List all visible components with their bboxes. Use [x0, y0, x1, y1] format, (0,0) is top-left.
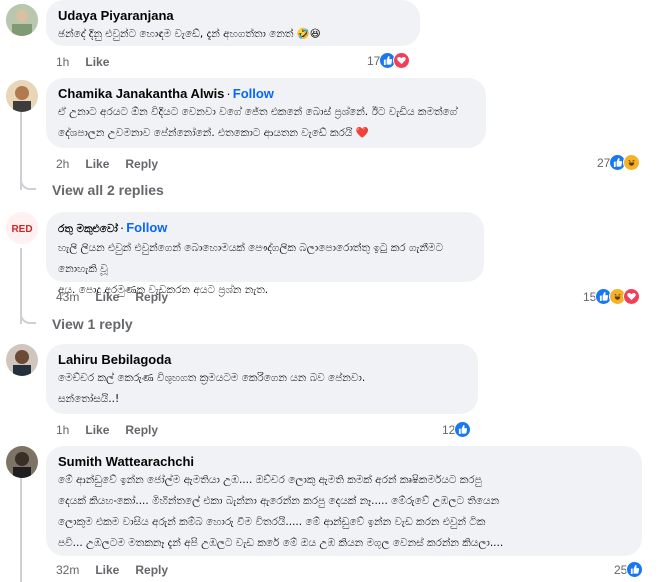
love-icon	[623, 288, 641, 305]
like-icon	[454, 421, 472, 438]
comment-text: සන්තෝසයි..!	[58, 393, 120, 405]
avatar-image	[6, 344, 38, 376]
comment-actions: 1h Like	[56, 55, 125, 69]
reply-button[interactable]: Reply	[125, 157, 158, 171]
avatar[interactable]	[6, 4, 38, 36]
author-line: Chamika Janakantha Alwis · Follow	[58, 85, 474, 102]
thread-line	[20, 470, 22, 582]
avatar-image	[6, 446, 38, 478]
like-button[interactable]: Like	[85, 55, 109, 69]
love-icon	[393, 52, 411, 69]
comment-bubble: රතු මකුළුවෝ · Follow හැලි ලියන එවුන් එවුන්…	[46, 212, 484, 296]
avatar[interactable]	[6, 80, 38, 112]
reaction-count: 12	[442, 422, 456, 437]
view-replies-link[interactable]: View 1 reply	[52, 316, 133, 332]
follow-button[interactable]: Follow	[233, 86, 274, 101]
comment-text: ලොකුම එකම වාසිය අරුන් කම්බ හොරු වීම විතර…	[58, 516, 486, 528]
like-icon	[626, 561, 644, 578]
comment-text: පවි... උඹලටම මතකනෑ දැන් අපි උඹලට වැඩ කරේ…	[58, 537, 504, 549]
comment-actions: 1h Like Reply	[56, 423, 174, 437]
avatar-image	[6, 80, 38, 112]
comment-text: ඒ උනාට අරයට ඕන විදියට වෙනවා වගේ ජේත එකනේ…	[58, 106, 458, 118]
comment-bubble: Sumith Wattearachchi මේ ආන්ඩුවේ ඉන්න ජෝල…	[46, 446, 642, 556]
comment-bubble: Chamika Janakantha Alwis · Follow ඒ උනාට අ…	[46, 78, 486, 148]
timestamp[interactable]: 1h	[56, 423, 69, 437]
author-name[interactable]: Chamika Janakantha Alwis	[58, 86, 224, 101]
reaction-summary[interactable]: 25	[614, 561, 644, 578]
reaction-count: 17	[367, 53, 381, 68]
reaction-count: 25	[614, 562, 628, 577]
comment-bubble: Lahiru Bebilagoda මෙච්චර කල් කෙරුණ විශුහ…	[46, 344, 478, 414]
like-button[interactable]: Like	[85, 157, 109, 171]
avatar-badge-text: RED	[11, 224, 32, 235]
comment-text: ඡන්දේ දිනු එවුන්ට හොඳම වැඩේ, දැන් අහගත්ත…	[58, 28, 321, 40]
comment-text: මේ ආන්ඩුවේ ඉන්න ජෝල්ම ඇමතියා උඹ.... ඔච්ච…	[58, 474, 482, 486]
timestamp[interactable]: 43m	[56, 290, 79, 304]
author-name[interactable]: Lahiru Bebilagoda	[58, 351, 466, 368]
comment-bubble: Udaya Piyaranjana ඡන්දේ දිනු එවුන්ට හොඳම…	[46, 0, 420, 46]
comment-actions: 43m Like Reply	[56, 290, 184, 304]
like-button[interactable]: Like	[85, 423, 109, 437]
avatar[interactable]	[6, 446, 38, 478]
author-name[interactable]: රතු මකුළුවෝ	[58, 223, 118, 235]
reaction-summary[interactable]: 17	[367, 52, 411, 69]
avatar-image: RED	[6, 212, 38, 244]
author-line: රතු මකුළුවෝ · Follow	[58, 219, 472, 238]
comment-text: දේශපාලන උවමනාව පේන්නෝනේ. එතකොට ආයතන වැඩේ…	[58, 127, 369, 139]
author-name[interactable]: Udaya Piyaranjana	[58, 7, 408, 24]
avatar[interactable]: RED	[6, 212, 38, 244]
haha-icon	[623, 154, 641, 171]
like-button[interactable]: Like	[95, 563, 119, 577]
reply-button[interactable]: Reply	[135, 563, 168, 577]
reaction-summary[interactable]: 27	[597, 154, 641, 171]
avatar[interactable]	[6, 344, 38, 376]
comment-text: හැලි ලියන එවුන් එවුන්ගෙන් බොහොමයක් පෞද්ග…	[58, 242, 444, 275]
comment-actions: 2h Like Reply	[56, 157, 174, 171]
reaction-summary[interactable]: 15	[583, 288, 641, 305]
separator-dot: ·	[119, 220, 125, 235]
reaction-count: 15	[583, 289, 597, 304]
comment-text: මෙච්චර කල් කෙරුණ විශුහගත ක්‍රමයටම කෙරිගෙ…	[58, 372, 366, 384]
separator-dot: ·	[226, 86, 231, 101]
author-name[interactable]: Sumith Wattearachchi	[58, 453, 630, 470]
timestamp[interactable]: 1h	[56, 55, 69, 69]
reply-button[interactable]: Reply	[125, 423, 158, 437]
like-button[interactable]: Like	[95, 290, 119, 304]
view-replies-link[interactable]: View all 2 replies	[52, 182, 164, 198]
thread-curve	[20, 176, 36, 190]
avatar-image	[6, 4, 38, 36]
reaction-summary[interactable]: 12	[442, 421, 472, 438]
comment-text: දෙයක් කියහංකෝ.... මිහින්තලේ එකා බැන්නා ඇ…	[58, 495, 500, 507]
reaction-count: 27	[597, 155, 611, 170]
follow-button[interactable]: Follow	[126, 220, 167, 235]
comment-actions: 32m Like Reply	[56, 563, 184, 577]
timestamp[interactable]: 32m	[56, 563, 79, 577]
reply-button[interactable]: Reply	[135, 290, 168, 304]
timestamp[interactable]: 2h	[56, 157, 69, 171]
thread-curve	[20, 310, 36, 324]
